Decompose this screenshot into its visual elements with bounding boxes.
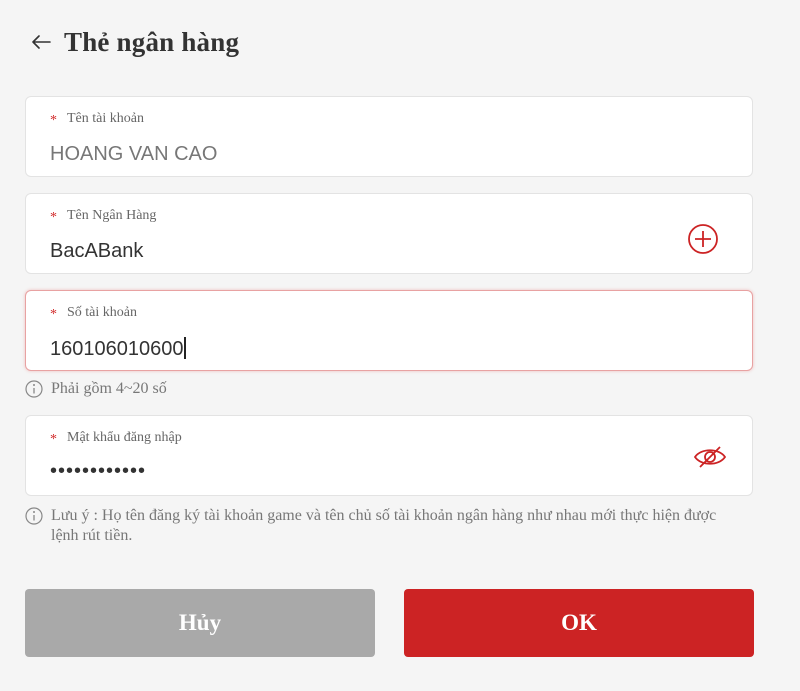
password-field[interactable]: * Mật khẩu đăng nhập ••••••••••••: [25, 415, 753, 496]
account-name-value[interactable]: HOANG VAN CAO: [50, 143, 217, 166]
password-value[interactable]: ••••••••••••: [50, 460, 146, 483]
arrow-left-icon[interactable]: [30, 31, 52, 53]
account-number-input[interactable]: 160106010600: [50, 337, 186, 361]
info-icon: [25, 380, 43, 398]
bank-name-label: Tên Ngân Hàng: [67, 208, 157, 223]
required-mark: *: [50, 113, 57, 128]
account-number-hint: Phải gồm 4~20 số: [25, 379, 167, 399]
password-label: Mật khẩu đăng nhập: [67, 430, 182, 445]
required-mark: *: [50, 432, 57, 447]
account-number-value: 160106010600: [50, 338, 184, 360]
withdrawal-note: Lưu ý : Họ tên đăng ký tài khoản game và…: [25, 506, 745, 546]
account-name-field[interactable]: * Tên tài khoản HOANG VAN CAO: [25, 96, 753, 177]
page-title: Thẻ ngân hàng: [64, 26, 240, 57]
bank-name-field[interactable]: * Tên Ngân Hàng BacABank: [25, 193, 753, 274]
account-number-label: Số tài khoản: [67, 305, 137, 320]
required-mark: *: [50, 307, 57, 322]
header: Thẻ ngân hàng: [30, 22, 239, 62]
plus-circle-icon[interactable]: [686, 222, 720, 256]
ok-button[interactable]: OK: [404, 589, 754, 657]
cancel-button[interactable]: Hủy: [25, 589, 375, 657]
text-caret: [184, 337, 186, 359]
account-name-label: Tên tài khoản: [67, 111, 144, 126]
info-icon: [25, 507, 43, 525]
account-number-field[interactable]: * Số tài khoản 160106010600: [25, 290, 753, 371]
bank-name-value[interactable]: BacABank: [50, 240, 143, 263]
required-mark: *: [50, 210, 57, 225]
account-number-hint-text: Phải gồm 4~20 số: [51, 380, 167, 397]
eye-off-icon[interactable]: [692, 440, 728, 474]
withdrawal-note-text: Lưu ý : Họ tên đăng ký tài khoản game và…: [51, 507, 717, 544]
